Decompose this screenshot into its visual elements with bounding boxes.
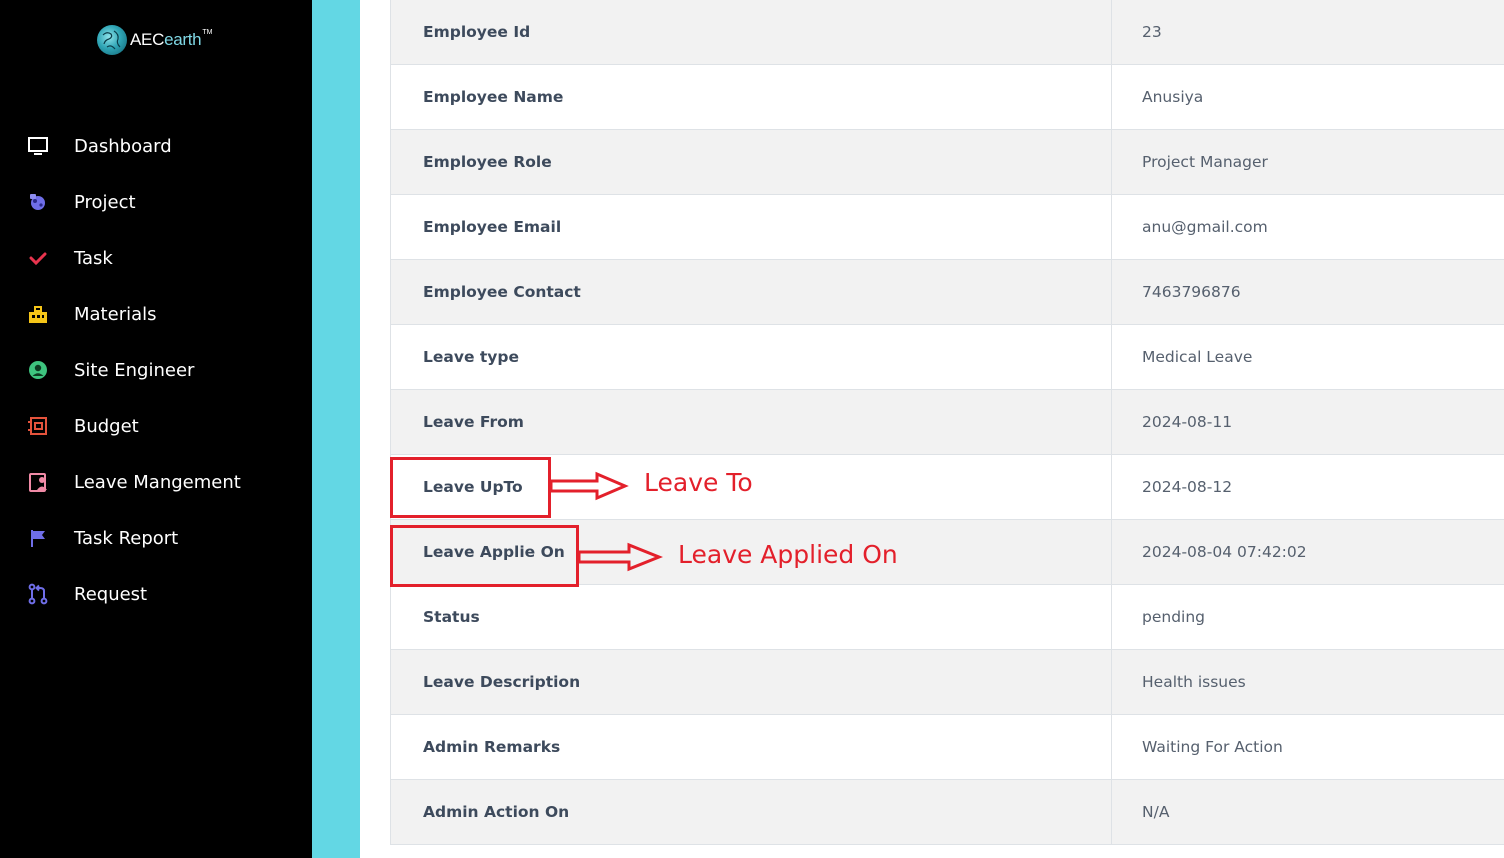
trademark-mark: TM [202,28,213,36]
accent-strip [312,0,360,858]
row-label: Leave Description [391,650,1112,714]
row-label: Admin Action On [391,780,1112,844]
row-value: anu@gmail.com [1142,218,1268,236]
table-row: Employee Id 23 [391,0,1504,65]
row-label: Employee Email [391,195,1112,259]
check-icon [27,247,49,269]
table-row: Status pending [391,585,1504,650]
sidebar-item-budget[interactable]: Budget [0,398,312,454]
sidebar-item-task[interactable]: Task [0,230,312,286]
sidebar: AECearth TM Dashboard Project Task Mater… [0,0,312,858]
flag-icon [27,527,49,549]
row-label: Employee Name [391,65,1112,129]
row-value: 2024-08-12 [1142,478,1233,496]
row-value: 2024-08-11 [1142,413,1233,431]
annotation-label-leave-to: Leave To [644,468,753,497]
sidebar-item-label: Task [74,247,113,269]
monitor-icon [27,135,49,157]
leave-icon [27,471,49,493]
sidebar-item-request[interactable]: Request [0,566,312,622]
brand-name: AECearth [130,30,202,49]
sidebar-item-label: Project [74,191,136,213]
table-row: Admin Remarks Waiting For Action [391,715,1504,780]
leave-details-table: Employee Id 23 Employee Name Anusiya Emp… [390,0,1504,845]
annotation-arrow-icon [577,542,663,572]
row-label: Employee Contact [391,260,1112,324]
row-label: Admin Remarks [391,715,1112,779]
sidebar-item-label: Budget [74,415,139,437]
globe-icon [97,25,127,55]
sidebar-item-label: Site Engineer [74,359,195,381]
annotation-box-leave-applie-on [390,525,579,587]
row-value: 2024-08-04 07:42:02 [1142,543,1307,561]
table-row: Admin Action On N/A [391,780,1504,845]
sidebar-item-label: Dashboard [74,135,172,157]
row-value: Health issues [1142,673,1246,691]
row-value: Anusiya [1142,88,1204,106]
row-value: 23 [1142,23,1162,41]
sidebar-item-label: Task Report [74,527,179,549]
row-value: Project Manager [1142,153,1268,171]
sidebar-item-task-report[interactable]: Task Report [0,510,312,566]
sidebar-item-label: Request [74,583,148,605]
row-value: Waiting For Action [1142,738,1283,756]
annotation-box-leave-upto [390,457,551,518]
row-label: Employee Role [391,130,1112,194]
materials-icon [27,303,49,325]
user-circle-icon [27,359,49,381]
sidebar-item-leave-mangement[interactable]: Leave Mangement [0,454,312,510]
sidebar-item-label: Leave Mangement [74,471,241,493]
project-icon [27,191,49,213]
table-row: Leave From 2024-08-11 [391,390,1504,455]
annotation-arrow-icon [549,471,629,501]
row-label: Leave From [391,390,1112,454]
row-value: pending [1142,608,1206,626]
annotation-label-leave-applied-on: Leave Applied On [678,540,898,569]
table-row: Employee Role Project Manager [391,130,1504,195]
row-value: 7463796876 [1142,283,1241,301]
row-label: Employee Id [391,0,1112,64]
brand-logo[interactable]: AECearth TM [97,24,212,56]
row-value: N/A [1142,803,1170,821]
budget-icon [27,415,49,437]
sidebar-item-project[interactable]: Project [0,174,312,230]
sidebar-item-materials[interactable]: Materials [0,286,312,342]
table-row: Employee Email anu@gmail.com [391,195,1504,260]
row-label: Status [391,585,1112,649]
row-value: Medical Leave [1142,348,1253,366]
sidebar-item-dashboard[interactable]: Dashboard [0,118,312,174]
table-row: Employee Name Anusiya [391,65,1504,130]
row-label: Leave type [391,325,1112,389]
sidebar-item-site-engineer[interactable]: Site Engineer [0,342,312,398]
sidebar-item-label: Materials [74,303,157,325]
pull-request-icon [27,583,49,605]
table-row: Leave type Medical Leave [391,325,1504,390]
table-row: Employee Contact 7463796876 [391,260,1504,325]
table-row: Leave Description Health issues [391,650,1504,715]
